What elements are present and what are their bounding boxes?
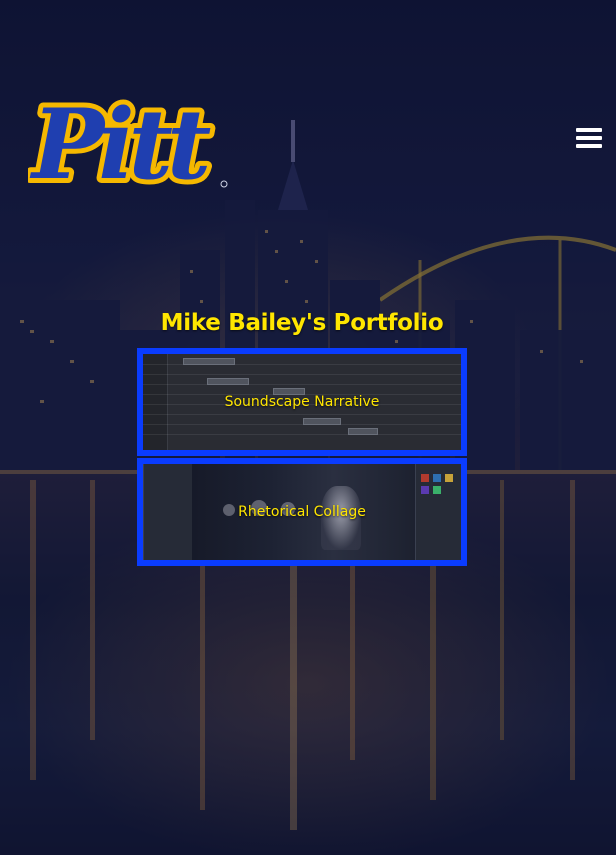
portfolio-page: Pitt Pitt Mike Bailey's Portfolio Sounds… <box>0 0 616 855</box>
menu-bar <box>576 144 602 148</box>
menu-bar <box>576 136 602 140</box>
card-label: Rhetorical Collage <box>238 504 366 520</box>
rhetorical-collage-card[interactable]: Rhetorical Collage <box>137 458 467 566</box>
registered-mark-icon <box>220 180 228 188</box>
pitt-logo[interactable]: Pitt Pitt <box>28 74 233 194</box>
card-label: Soundscape Narrative <box>224 394 380 410</box>
pitt-logo-fill: Pitt <box>29 88 211 194</box>
menu-bar <box>576 128 602 132</box>
soundscape-narrative-card[interactable]: Soundscape Narrative <box>137 348 467 456</box>
page-title: Mike Bailey's Portfolio <box>160 310 444 336</box>
hamburger-menu-icon[interactable] <box>576 124 604 150</box>
